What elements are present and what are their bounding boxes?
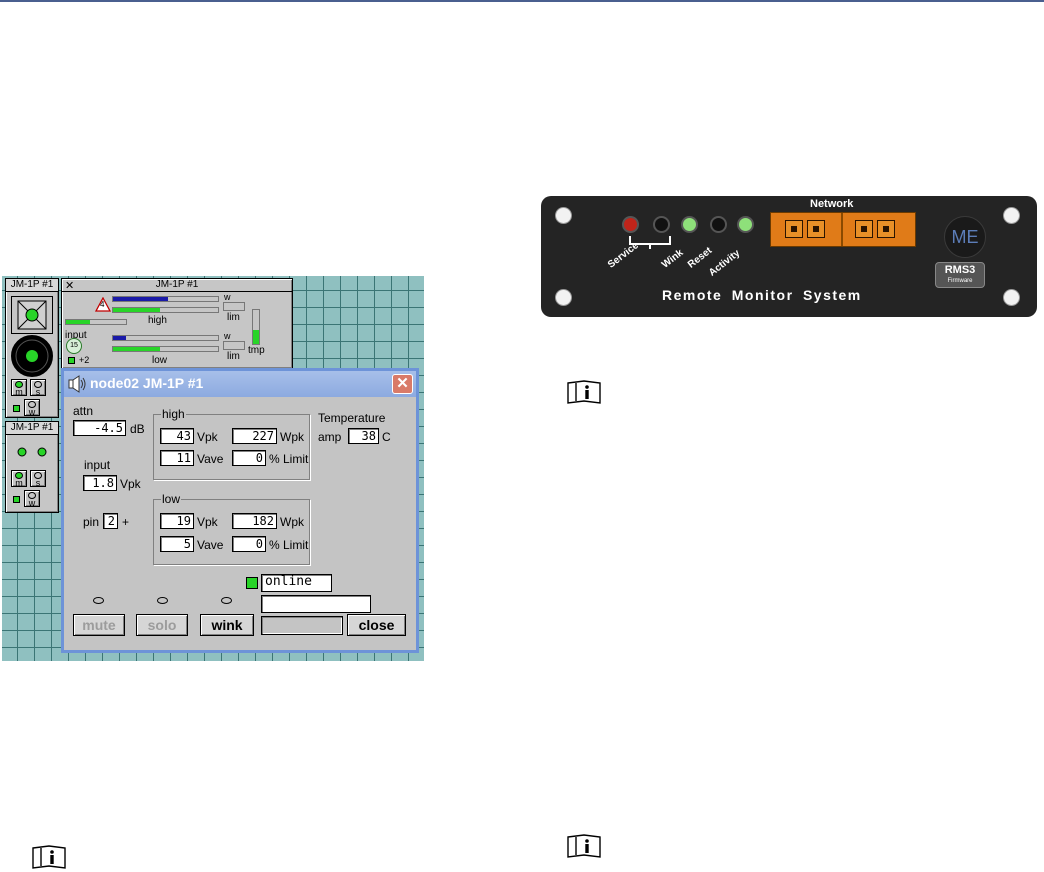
input-pin-badge: 15 [66, 338, 82, 354]
rms3-firmware-badge: RMS3 Firmware [935, 262, 985, 288]
dialog-close-icon[interactable]: ✕ [392, 374, 413, 394]
low-limit-field: 0 [232, 536, 266, 552]
high-volts-meter [112, 307, 219, 313]
progress-field [261, 616, 343, 635]
connector-pin [807, 220, 825, 238]
mute-button[interactable]: mute [73, 614, 125, 636]
status-field: online [261, 574, 332, 592]
activity-led [737, 216, 754, 233]
attenuation-field[interactable]: -4.5 [73, 420, 126, 436]
wink-mini-button[interactable]: w [24, 399, 40, 417]
solo-mini-button[interactable]: s [30, 470, 46, 488]
low-volts-meter [112, 346, 219, 352]
high-limit-field: 0 [232, 450, 266, 466]
temperature-meter [252, 309, 260, 345]
solo-mini-button[interactable]: s [30, 379, 46, 397]
connector-pin [855, 220, 873, 238]
message-field [261, 595, 371, 613]
pin-field[interactable]: 2 [103, 513, 118, 529]
high-wpk-field: 227 [232, 428, 277, 444]
input-level-field: 1.8 [83, 475, 117, 491]
dialog-title: node02 JM-1P #1 [90, 375, 204, 391]
service-button[interactable] [653, 216, 670, 233]
speaker-icon-label: JM-1P #1 [6, 279, 58, 292]
dialog-titlebar[interactable]: node02 JM-1P #1 ✕ [64, 371, 416, 397]
status-led [68, 357, 75, 364]
screw-hole [555, 207, 572, 224]
reset-button[interactable] [710, 216, 727, 233]
low-group: low [153, 492, 310, 565]
speaker-icon [68, 375, 86, 393]
rms-screen: JM-1P #1 m s w JM-1P #1 m s w ✕ JM-1P #1… [2, 276, 424, 661]
wink-mini-button[interactable]: w [24, 490, 40, 508]
high-vpk-field: 43 [160, 428, 194, 444]
wink-indicator [221, 597, 232, 604]
low-wpk-field: 182 [232, 513, 277, 529]
solo-button[interactable]: solo [136, 614, 188, 636]
top-rule [0, 0, 1044, 2]
tweeter-icon [11, 296, 53, 334]
speaker-icon-label: JM-1P #1 [6, 422, 58, 435]
info-icon [567, 834, 601, 858]
service-led [622, 216, 639, 233]
speaker-icon-node-1[interactable]: JM-1P #1 m s w [5, 278, 59, 418]
low-watts-meter [112, 335, 219, 341]
info-icon [32, 845, 66, 869]
screw-hole [1003, 289, 1020, 306]
remote-monitor-system-label: Remote Monitor System [662, 287, 862, 303]
network-label: Network [810, 198, 854, 210]
network-connector[interactable] [770, 212, 916, 247]
high-watts-meter [112, 296, 219, 302]
close-button[interactable]: close [347, 614, 406, 636]
amp-temperature-field: 38 [348, 428, 379, 444]
status-led [13, 405, 20, 412]
connector-pin [877, 220, 895, 238]
screw-hole [555, 289, 572, 306]
high-group: high [153, 407, 310, 480]
low-vpk-field: 19 [160, 513, 194, 529]
wink-led [681, 216, 698, 233]
solo-indicator [157, 597, 168, 604]
node-dialog: node02 JM-1P #1 ✕ attn -4.5 dB input 1.8… [61, 368, 419, 653]
connector-pin [785, 220, 803, 238]
mute-mini-button[interactable]: m [11, 379, 27, 397]
info-icon [567, 380, 601, 404]
mute-mini-button[interactable]: m [11, 470, 27, 488]
low-vave-field: 5 [160, 536, 194, 552]
meter-panel-title: JM-1P #1 [62, 279, 292, 292]
meter-panel: ✕ JM-1P #1 4 w v high lim input 15 w v l… [61, 278, 293, 369]
input-meter [65, 319, 127, 325]
screw-hole [1003, 207, 1020, 224]
speaker-icon-node-2[interactable]: JM-1P #1 m s w [5, 421, 59, 513]
low-limit-indicator [223, 341, 245, 350]
high-vave-field: 11 [160, 450, 194, 466]
wink-button[interactable]: wink [200, 614, 254, 636]
high-limit-indicator [223, 302, 245, 311]
mute-indicator [93, 597, 104, 604]
led-pair-icon [17, 447, 47, 457]
online-status-led [246, 577, 258, 589]
woofer-icon [11, 335, 53, 377]
me-logo: ME [944, 216, 986, 258]
status-led [13, 496, 20, 503]
